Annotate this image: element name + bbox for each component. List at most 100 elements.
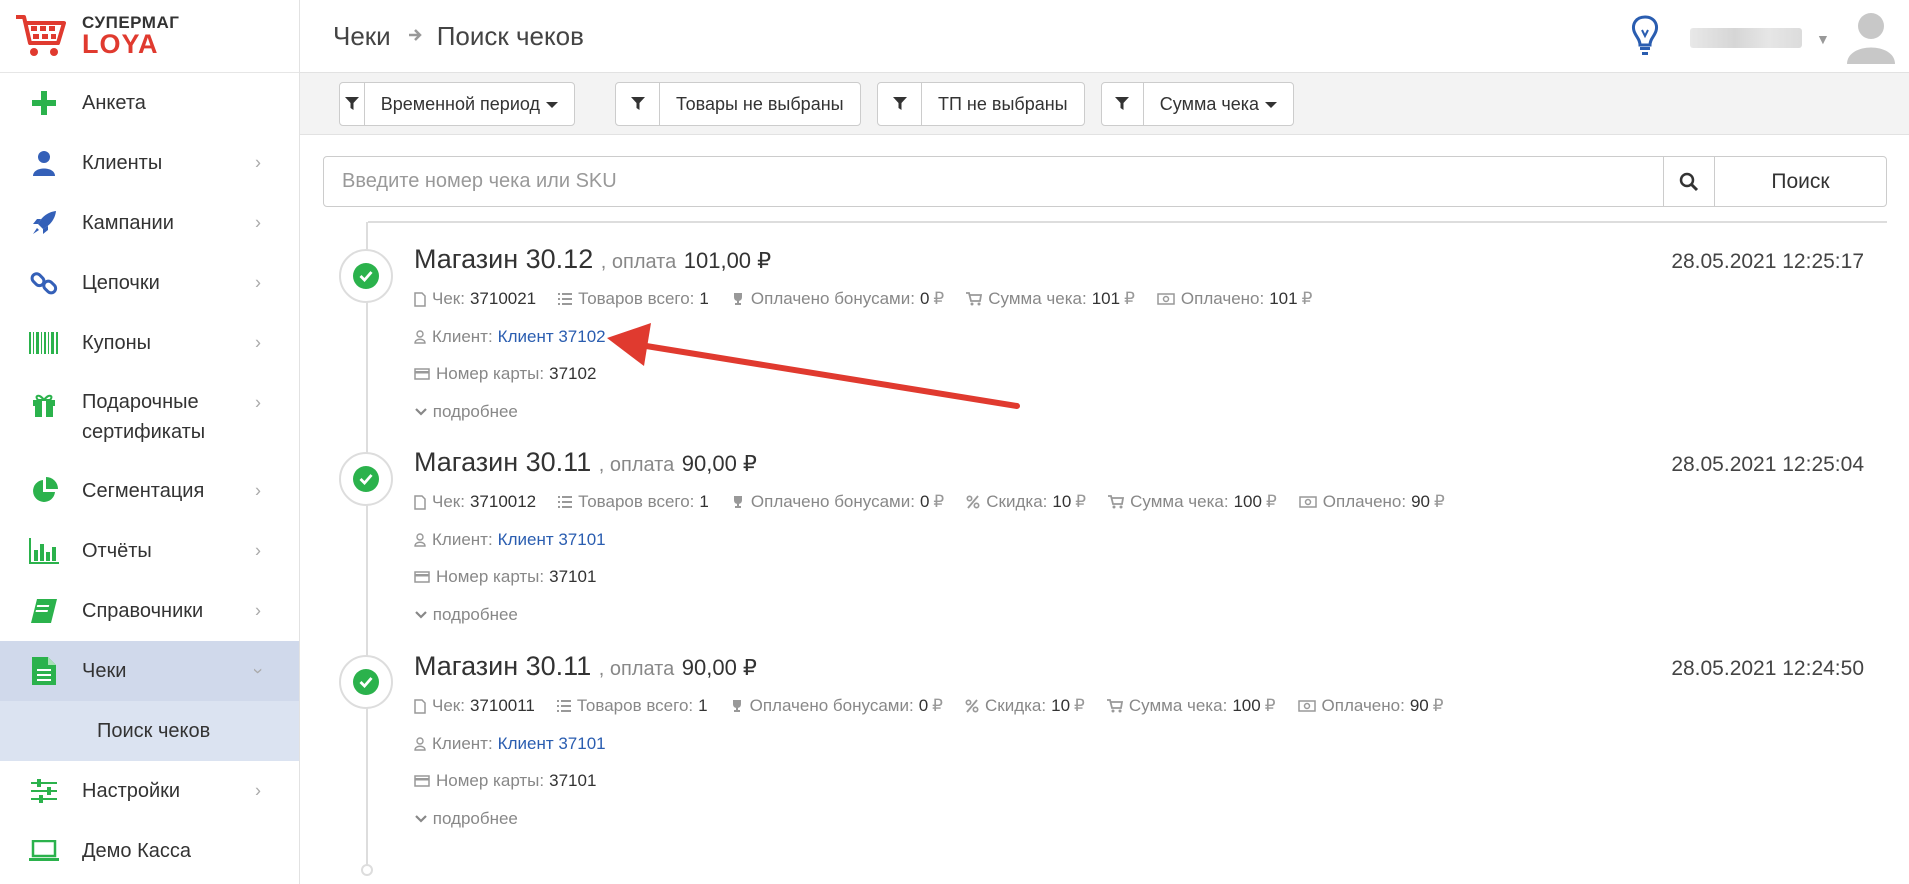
currency: ₽ bbox=[1301, 289, 1313, 308]
sidebar-item-label: Справочники bbox=[82, 600, 204, 622]
logo[interactable]: СУПЕРМАГ LOYA bbox=[0, 0, 299, 73]
sidebar-item-label: Кампании bbox=[82, 212, 174, 234]
breadcrumb-parent[interactable]: Чеки bbox=[333, 21, 391, 52]
card-number: 37102 bbox=[549, 364, 597, 383]
filter-icon bbox=[1102, 83, 1144, 125]
search-input[interactable]: Введите номер чека или SKU bbox=[323, 156, 1664, 207]
avatar[interactable] bbox=[1843, 8, 1899, 64]
filter-icon bbox=[878, 83, 922, 125]
receipt-title[interactable]: Магазин 30.11 , оплата 90,00 ₽ bbox=[414, 651, 757, 682]
user-outline-icon bbox=[414, 330, 426, 344]
breadcrumb-current: Поиск чеков bbox=[436, 20, 584, 51]
user-name-blurred[interactable] bbox=[1690, 28, 1802, 48]
sidebar-item-reports[interactable]: Отчёты › bbox=[0, 521, 299, 581]
sidebar-item-chains[interactable]: Цепочки › bbox=[0, 253, 299, 313]
sidebar-subitem-receipt-search[interactable]: Поиск чеков bbox=[0, 701, 299, 761]
sidebar-item-settings[interactable]: Настройки › bbox=[0, 761, 299, 821]
user-icon bbox=[28, 147, 60, 179]
sum-label: Сумма чека: bbox=[1128, 696, 1228, 715]
percent-icon bbox=[965, 699, 979, 713]
caret-down-icon[interactable]: ▼ bbox=[1816, 31, 1830, 47]
check-icon bbox=[339, 655, 393, 709]
chevron-down-icon bbox=[414, 402, 428, 422]
sidebar-item-label: Демо Касса bbox=[82, 840, 191, 862]
sidebar-item-receipts[interactable]: Чеки › bbox=[0, 641, 299, 701]
chevron-right-icon: › bbox=[255, 480, 261, 501]
link-icon bbox=[28, 267, 60, 299]
receipt-store: Магазин 30.12 bbox=[414, 244, 594, 274]
credit-card-icon bbox=[414, 775, 430, 787]
sidebar-item-label: Чеки bbox=[82, 660, 127, 682]
search-button[interactable]: Поиск bbox=[1714, 156, 1887, 207]
more-label: подробнее bbox=[432, 809, 518, 828]
card-label: Номер карты: bbox=[436, 771, 545, 790]
timeline-end bbox=[361, 864, 373, 876]
receipt-details: Чек: 3710011 Товаров всего: 1 Оплачено бон… bbox=[414, 696, 1466, 716]
receipt-title[interactable]: Магазин 30.12 , оплата 101,00 ₽ bbox=[414, 244, 771, 275]
sidebar-item-demo-pos[interactable]: Демо Касса bbox=[0, 821, 299, 881]
currency: ₽ bbox=[1124, 289, 1135, 308]
percent-icon bbox=[966, 495, 980, 509]
chevron-right-icon: › bbox=[255, 392, 261, 413]
credit-card-icon bbox=[414, 368, 430, 380]
list-icon bbox=[558, 496, 573, 508]
chevron-right-icon: › bbox=[255, 152, 261, 173]
paid-value: 90 bbox=[1411, 492, 1431, 511]
sidebar-item-anketa[interactable]: Анкета bbox=[0, 73, 299, 133]
sidebar-item-label: Клиенты bbox=[82, 152, 163, 174]
filter-sum-button[interactable]: Сумма чека bbox=[1101, 82, 1294, 126]
money-icon bbox=[1299, 496, 1317, 508]
filter-stores-button[interactable]: ТП не выбраны bbox=[877, 82, 1085, 126]
filter-goods-button[interactable]: Товары не выбраны bbox=[615, 82, 861, 126]
chevron-right-icon: › bbox=[255, 540, 261, 561]
sum-label: Сумма чека: bbox=[1130, 492, 1229, 511]
receipt-details: Чек: 3710021 Товаров всего: 1 Оплачено бон… bbox=[414, 289, 1334, 309]
chevron-down-icon bbox=[414, 809, 428, 829]
client-link[interactable]: Клиент 37101 bbox=[498, 734, 606, 754]
sidebar-item-segmentation[interactable]: Сегментация › bbox=[0, 461, 299, 521]
list-icon bbox=[558, 293, 573, 305]
sidebar-item-label: Настройки bbox=[82, 780, 181, 802]
receipt-date: 28.05.2021 12:24:50 bbox=[1671, 657, 1864, 680]
receipt-details: Чек: 3710012 Товаров всего: 1 Оплачено бон… bbox=[414, 492, 1467, 512]
chevron-right-icon: › bbox=[255, 332, 261, 353]
bonus-value: 0 bbox=[919, 289, 930, 308]
bonus-label: Оплачено бонусами: bbox=[750, 289, 915, 308]
file-icon bbox=[414, 698, 426, 714]
check-number: 3710012 bbox=[469, 492, 537, 511]
filter-icon bbox=[616, 83, 660, 125]
lightbulb-icon[interactable] bbox=[1630, 14, 1660, 61]
file-icon bbox=[414, 291, 426, 307]
check-number: 3710021 bbox=[469, 289, 537, 308]
more-toggle[interactable]: подробнее bbox=[414, 809, 518, 829]
more-toggle[interactable]: подробнее bbox=[414, 402, 518, 422]
client-label: Клиент: bbox=[432, 530, 493, 549]
chevron-right-icon: › bbox=[255, 600, 261, 621]
more-toggle[interactable]: подробнее bbox=[414, 605, 518, 625]
receipt-store: Магазин 30.11 bbox=[414, 447, 592, 477]
client-link[interactable]: Клиент 37102 bbox=[498, 327, 606, 347]
trophy-icon bbox=[731, 292, 745, 306]
sidebar-item-campaigns[interactable]: Кампании › bbox=[0, 193, 299, 253]
credit-card-icon bbox=[414, 571, 430, 583]
caret-down-icon bbox=[1265, 101, 1277, 108]
items-count: 1 bbox=[699, 289, 709, 308]
trophy-icon bbox=[730, 699, 744, 713]
user-outline-icon bbox=[414, 533, 426, 547]
client-link[interactable]: Клиент 37101 bbox=[498, 530, 606, 550]
sidebar-item-gift-certificates[interactable]: Подарочные сертификаты › bbox=[0, 373, 299, 461]
discount-label: Скидка: bbox=[986, 492, 1048, 511]
filter-period-button[interactable]: Временной период bbox=[339, 82, 575, 126]
search-icon[interactable] bbox=[1663, 156, 1715, 207]
timeline-line bbox=[366, 222, 368, 870]
list-icon bbox=[556, 700, 571, 712]
barcode-icon bbox=[28, 327, 60, 359]
sidebar-item-dictionaries[interactable]: Справочники › bbox=[0, 581, 299, 641]
client-label: Клиент: bbox=[432, 734, 493, 753]
receipt-title[interactable]: Магазин 30.11 , оплата 90,00 ₽ bbox=[414, 447, 757, 478]
sidebar-item-label: Цепочки bbox=[82, 272, 160, 294]
currency: ₽ bbox=[1075, 492, 1087, 511]
sidebar-item-clients[interactable]: Клиенты › bbox=[0, 133, 299, 193]
chevron-right-icon: › bbox=[255, 272, 261, 293]
sidebar-item-coupons[interactable]: Купоны › bbox=[0, 313, 299, 373]
